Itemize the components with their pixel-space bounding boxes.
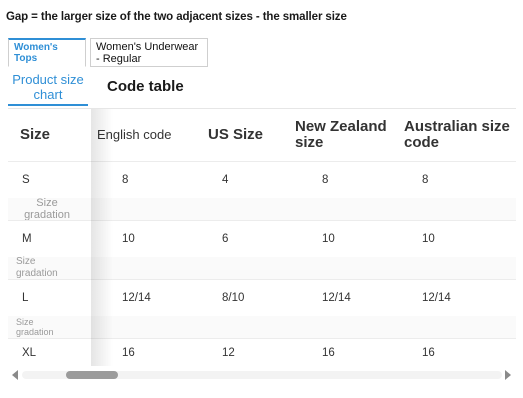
table-row: S 8 4 8 8: [8, 162, 516, 198]
table-row: XL 16 12 16 16: [8, 339, 516, 366]
gap-row: Size gradation: [8, 256, 516, 279]
tab-womens-underwear-regular[interactable]: Women's Underwear - Regular: [90, 38, 208, 67]
header-australian-size-code: Australian size code: [404, 118, 510, 151]
size-cell: L: [22, 292, 29, 304]
header-new-zealand-size: New Zealand size: [295, 118, 387, 151]
nz-cell: 8: [322, 174, 329, 186]
size-cell: M: [22, 233, 32, 245]
us-cell: 6: [222, 233, 229, 245]
us-cell: 8/10: [222, 292, 245, 304]
english-cell: 16: [122, 347, 135, 359]
gap-row: Size gradation: [8, 197, 516, 221]
header-us-size: US Size: [208, 126, 264, 143]
size-cell: XL: [22, 347, 37, 359]
chart-subnav: Product size chart Code table: [8, 68, 516, 108]
english-cell: 12/14: [122, 292, 151, 304]
category-tabs: Women's Tops Women's Underwear - Regular: [8, 38, 208, 67]
scroll-left-arrow-icon[interactable]: [12, 370, 18, 380]
table-header-row: Size English code US Size New Zealand si…: [8, 109, 516, 161]
size-table[interactable]: Size English code US Size New Zealand si…: [8, 108, 516, 366]
gap-label: Size gradation: [16, 256, 58, 279]
gap-row: Size gradation: [8, 316, 516, 338]
gap-label: Size gradation: [24, 197, 70, 221]
tab-product-size-chart[interactable]: Product size chart: [8, 72, 88, 106]
nz-cell: 10: [322, 233, 335, 245]
horizontal-scrollbar[interactable]: [8, 366, 516, 384]
scroll-right-arrow-icon[interactable]: [505, 370, 511, 380]
gap-definition-note: Gap = the larger size of the two adjacen…: [6, 11, 347, 23]
au-cell: 8: [422, 174, 429, 186]
tab-code-table[interactable]: Code table: [107, 78, 184, 95]
nz-cell: 12/14: [322, 292, 351, 304]
us-cell: 12: [222, 347, 235, 359]
scrollbar-thumb[interactable]: [66, 371, 118, 379]
header-english-code: English code: [97, 127, 172, 142]
size-cell: S: [22, 174, 30, 186]
tab-womens-tops[interactable]: Women's Tops: [8, 38, 86, 67]
english-cell: 10: [122, 233, 135, 245]
table-row: L 12/14 8/10 12/14 12/14: [8, 280, 516, 316]
header-size: Size: [20, 126, 51, 143]
nz-cell: 16: [322, 347, 335, 359]
gap-label: Size gradation: [16, 317, 54, 337]
au-cell: 12/14: [422, 292, 451, 304]
english-cell: 8: [122, 174, 129, 186]
au-cell: 10: [422, 233, 435, 245]
au-cell: 16: [422, 347, 435, 359]
us-cell: 4: [222, 174, 229, 186]
table-row: M 10 6 10 10: [8, 221, 516, 257]
